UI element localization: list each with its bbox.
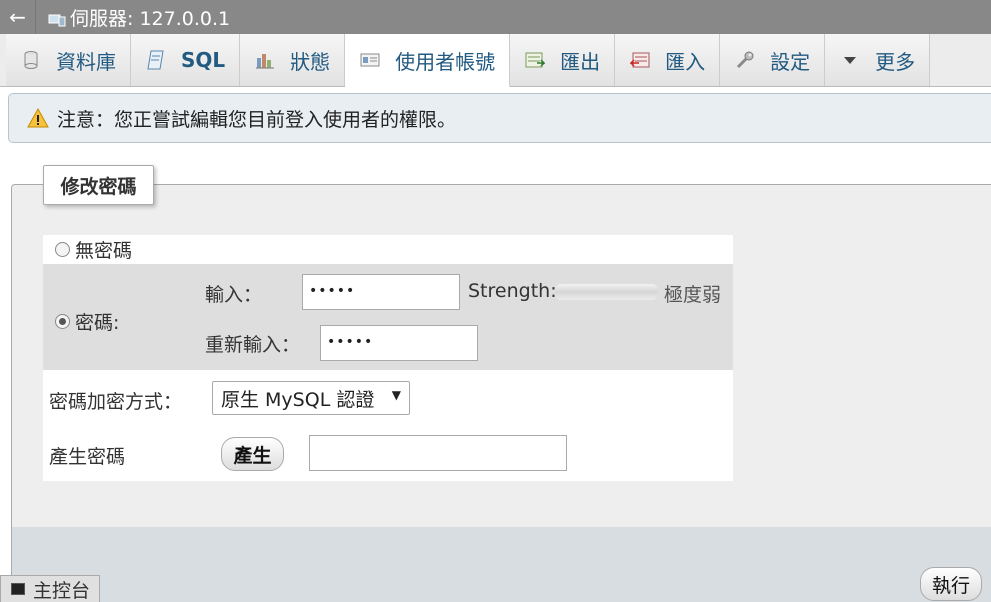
console-icon (11, 583, 25, 595)
wrench-icon (734, 49, 756, 71)
console-toggle[interactable]: 主控台 (0, 575, 100, 602)
tab-status[interactable]: 狀態 (240, 34, 346, 86)
tab-databases-label: 資料庫 (56, 49, 116, 74)
chevron-down-icon (839, 49, 861, 71)
change-password-legend: 修改密碼 (43, 165, 154, 205)
enter-password-input[interactable]: ••••• (302, 274, 460, 310)
tab-user-accounts-label: 使用者帳號 (395, 49, 496, 74)
no-password-row: 無密碼 (43, 235, 733, 264)
hashing-label: 密碼加密方式： (49, 391, 183, 413)
console-label: 主控台 (33, 579, 91, 602)
warning-icon (27, 108, 49, 128)
warning-notice: 注意：您正嘗試編輯您目前登入使用者的權限。 (8, 93, 991, 143)
tab-sql[interactable]: SQL (131, 34, 241, 86)
password-row: 密碼: 輸入： ••••• Strength: 極度弱 重新輸入： ••••• (43, 264, 733, 370)
hashing-select[interactable]: 原生 MySQL 認證 ▼ (212, 381, 410, 415)
tab-export-label: 匯出 (560, 49, 601, 74)
tab-databases[interactable]: 資料庫 (6, 34, 131, 86)
password-option: 密碼: (55, 308, 119, 335)
tab-import-label: 匯入 (665, 49, 706, 74)
generated-password-input[interactable] (309, 435, 567, 471)
enter-password-label: 輸入： (205, 284, 263, 306)
strength-label: Strength: (468, 280, 557, 302)
status-icon (254, 49, 276, 71)
tab-export[interactable]: 匯出 (510, 34, 616, 86)
no-password-label: 無密碼 (75, 240, 133, 262)
form-footer (11, 527, 991, 602)
change-password-form: 無密碼 密碼: 輸入： ••••• Strength: 極度弱 重新輸入： ••… (43, 235, 733, 481)
back-arrow-icon[interactable]: ← (0, 0, 36, 34)
tab-status-label: 狀態 (290, 49, 331, 74)
go-button[interactable]: 執行 (920, 567, 982, 601)
tab-settings[interactable]: 設定 (720, 34, 826, 86)
sql-icon (145, 49, 167, 71)
notice-text: 注意：您正嘗試編輯您目前登入使用者的權限。 (57, 108, 457, 131)
export-icon (524, 49, 546, 71)
user-accounts-icon (359, 49, 381, 71)
server-breadcrumb[interactable]: 伺服器: 127.0.0.1 (48, 4, 230, 31)
strength-meter (555, 284, 658, 300)
generate-password-label: 產生密碼 (49, 446, 126, 468)
tab-settings-label: 設定 (770, 49, 811, 74)
tab-import[interactable]: 匯入 (615, 34, 721, 86)
password-label: 密碼: (75, 312, 120, 334)
no-password-radio[interactable] (55, 242, 70, 257)
tab-user-accounts[interactable]: 使用者帳號 (345, 34, 511, 87)
dropdown-caret-icon: ▼ (391, 388, 401, 402)
reenter-password-label: 重新輸入： (205, 334, 301, 356)
strength-value: 極度弱 (664, 284, 722, 306)
database-icon (20, 49, 42, 71)
tab-more[interactable]: 更多 (825, 34, 931, 86)
tab-more-label: 更多 (875, 49, 916, 74)
server-icon (48, 10, 66, 27)
server-label: 伺服器: 127.0.0.1 (70, 7, 231, 30)
hashing-selected-value: 原生 MySQL 認證 (221, 388, 375, 411)
password-radio[interactable] (55, 314, 70, 329)
top-bar: ← 伺服器: 127.0.0.1 (0, 0, 991, 34)
reenter-password-input[interactable]: ••••• (320, 325, 478, 361)
generate-button[interactable]: 產生 (221, 437, 284, 471)
main-tabs: 資料庫 SQL 狀態 使用者帳號 匯出 匯入 設定 更多 (0, 34, 991, 87)
import-icon (629, 49, 651, 71)
tab-sql-label: SQL (181, 48, 226, 72)
